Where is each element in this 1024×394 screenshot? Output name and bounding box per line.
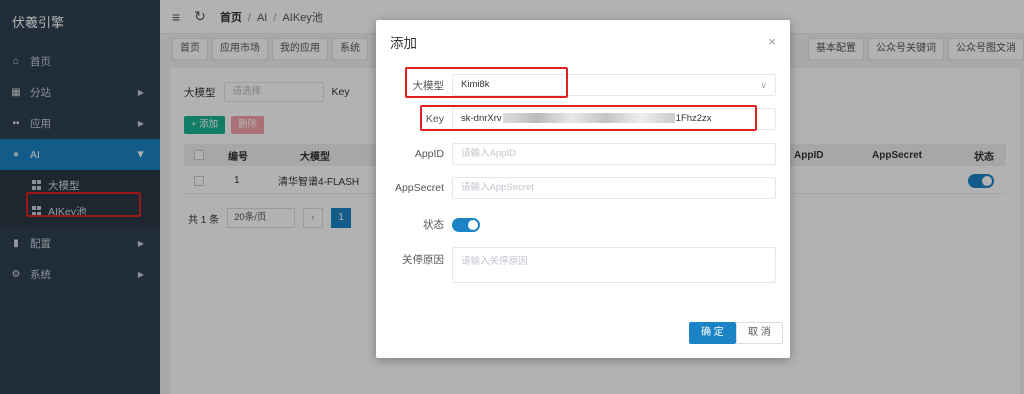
appsecret-input[interactable]: 请输入AppSecret (452, 177, 776, 199)
highlight-box (420, 105, 757, 131)
form-row-reason: 关停原因 请输入关停原因 (376, 247, 790, 283)
form-row-appsecret: AppSecret 请输入AppSecret (376, 177, 790, 199)
highlight-box (405, 67, 568, 98)
appsecret-label: AppSecret (394, 182, 444, 194)
status-label: 状态 (423, 219, 444, 231)
appid-label: AppID (414, 148, 444, 160)
reason-label: 关停原因 (402, 254, 444, 266)
status-toggle[interactable] (452, 217, 480, 232)
confirm-button[interactable]: 确 定 (689, 322, 736, 344)
chevron-down-icon: ∨ (760, 80, 767, 90)
appid-input[interactable]: 请输入AppID (452, 143, 776, 165)
cancel-button[interactable]: 取 消 (736, 322, 783, 344)
close-icon[interactable]: × (768, 34, 776, 49)
reason-textarea[interactable]: 请输入关停原因 (452, 247, 776, 283)
form-row-appid: AppID 请输入AppID (376, 143, 790, 165)
form-row-status: 状态 (376, 217, 790, 232)
dialog-title: 添加 (390, 36, 417, 51)
